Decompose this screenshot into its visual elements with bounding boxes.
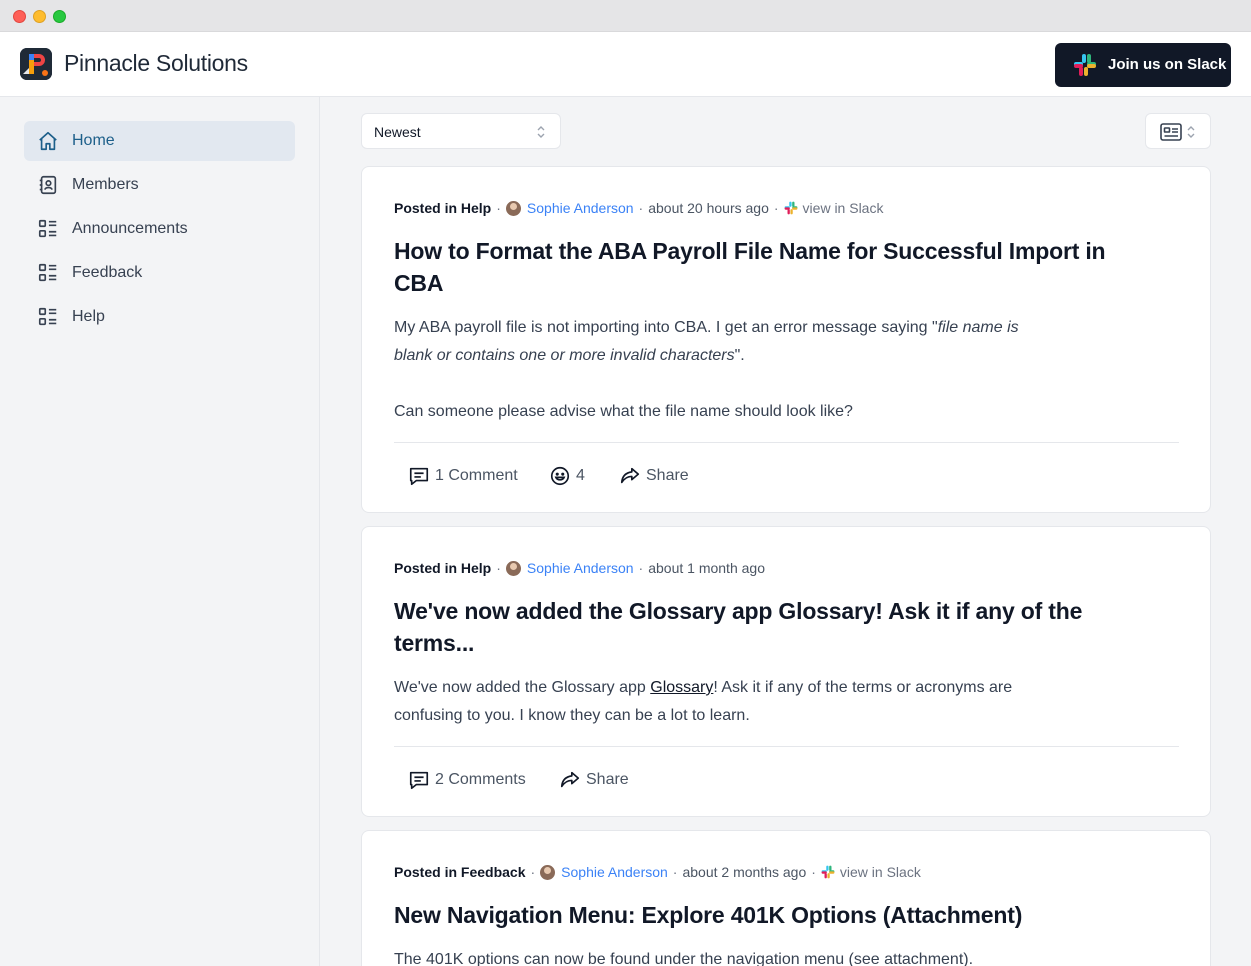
post-category[interactable]: Posted in Help: [394, 200, 491, 216]
share-icon: [560, 771, 580, 788]
sidebar-item-label: Members: [72, 176, 139, 193]
avatar: [505, 560, 521, 576]
share-button[interactable]: Share: [559, 766, 629, 794]
join-slack-button[interactable]: Join us on Slack: [1055, 43, 1231, 87]
home-icon: [39, 131, 57, 151]
post-title[interactable]: New Navigation Menu: Explore 401K Option…: [394, 899, 1154, 931]
zoom-window-button[interactable]: [53, 10, 66, 23]
sidebar-item-label: Announcements: [72, 220, 188, 237]
sort-select-value: Newest: [374, 124, 421, 140]
post-body: The 401K options can now be found under …: [394, 951, 974, 966]
comments-button[interactable]: 1 Comment: [408, 462, 518, 490]
divider: [394, 746, 1179, 747]
share-icon: [620, 467, 640, 484]
author-link[interactable]: Sophie Anderson: [527, 200, 634, 216]
window-titlebar: [0, 0, 1251, 32]
post-body-text: My ABA payroll file is not importing int…: [394, 319, 938, 336]
post-card[interactable]: Posted in Feedback · Sophie Anderson · a…: [361, 830, 1211, 966]
post-meta: Posted in Help · Sophie Anderson · about…: [394, 200, 884, 216]
post-card[interactable]: Posted in Help · Sophie Anderson · about…: [361, 166, 1211, 513]
join-slack-label: Join us on Slack: [1108, 56, 1227, 73]
top-header: Pinnacle Solutions Join us on Slack: [0, 32, 1251, 97]
comments-button[interactable]: 2 Comments: [408, 766, 526, 794]
divider: [394, 442, 1179, 443]
sidebar-item-label: Feedback: [72, 264, 143, 281]
share-label: Share: [586, 771, 629, 788]
post-body-text: We've now added the Glossary app: [394, 679, 651, 696]
comments-count: 2 Comments: [435, 771, 526, 788]
share-button[interactable]: Share: [619, 462, 689, 490]
sidebar-item-label: Home: [72, 132, 115, 149]
sidebar-item-members[interactable]: Members: [24, 165, 295, 205]
reactions-count: 4: [576, 467, 585, 484]
list-icon: [38, 263, 57, 282]
comment-icon: [409, 771, 429, 790]
sort-select[interactable]: Newest: [361, 113, 561, 149]
list-icon: [38, 307, 57, 326]
brand-name[interactable]: Pinnacle Solutions: [64, 50, 248, 77]
post-body: My ABA payroll file is not importing int…: [394, 314, 1054, 370]
post-meta: Posted in Feedback · Sophie Anderson · a…: [394, 864, 921, 880]
contacts-icon: [39, 175, 57, 195]
pinnacle-logo-icon[interactable]: [20, 48, 52, 80]
post-card[interactable]: Posted in Help · Sophie Anderson · about…: [361, 526, 1211, 817]
smiley-icon: [550, 466, 570, 486]
sidebar-item-help[interactable]: Help: [24, 297, 295, 337]
post-meta: Posted in Help · Sophie Anderson · about…: [394, 560, 765, 576]
slack-icon: [821, 865, 835, 879]
share-label: Share: [646, 467, 689, 484]
comment-icon: [409, 467, 429, 486]
reactions-button[interactable]: 4: [549, 462, 585, 490]
author-link[interactable]: Sophie Anderson: [527, 560, 634, 576]
post-body: We've now added the Glossary app Glossar…: [394, 674, 1054, 730]
avatar: [540, 864, 556, 880]
author-link[interactable]: Sophie Anderson: [561, 864, 668, 880]
sidebar-item-announcements[interactable]: Announcements: [24, 209, 295, 249]
sidebar-item-home[interactable]: Home: [24, 121, 295, 161]
sidebar-item-feedback[interactable]: Feedback: [24, 253, 295, 293]
chevron-updown-icon: [537, 126, 545, 138]
glossary-link[interactable]: Glossary: [650, 679, 713, 696]
card-view-icon: [1160, 123, 1182, 141]
post-category[interactable]: Posted in Feedback: [394, 864, 525, 880]
minimize-window-button[interactable]: [33, 10, 46, 23]
post-category[interactable]: Posted in Help: [394, 560, 491, 576]
post-body-text: ".: [734, 347, 745, 364]
chevron-updown-icon: [1187, 126, 1195, 138]
sidebar-item-label: Help: [72, 308, 105, 325]
post-title[interactable]: How to Format the ABA Payroll File Name …: [394, 235, 1114, 299]
list-icon: [38, 219, 57, 238]
post-time: about 2 months ago: [682, 864, 807, 880]
slack-icon: [784, 201, 797, 215]
post-time: about 1 month ago: [648, 560, 765, 576]
comments-count: 1 Comment: [435, 467, 518, 484]
post-title[interactable]: We've now added the Glossary app Glossar…: [394, 595, 1114, 659]
slack-icon: [1074, 54, 1096, 76]
sidebar: Home Members Announcements Feedback Help: [0, 97, 320, 966]
view-in-slack-link[interactable]: view in Slack: [840, 864, 921, 880]
post-time: about 20 hours ago: [648, 200, 769, 216]
view-in-slack-link[interactable]: view in Slack: [803, 200, 884, 216]
close-window-button[interactable]: [13, 10, 26, 23]
avatar: [505, 200, 521, 216]
post-body-question: Can someone please advise what the file …: [394, 403, 853, 420]
view-mode-select[interactable]: [1145, 113, 1211, 149]
